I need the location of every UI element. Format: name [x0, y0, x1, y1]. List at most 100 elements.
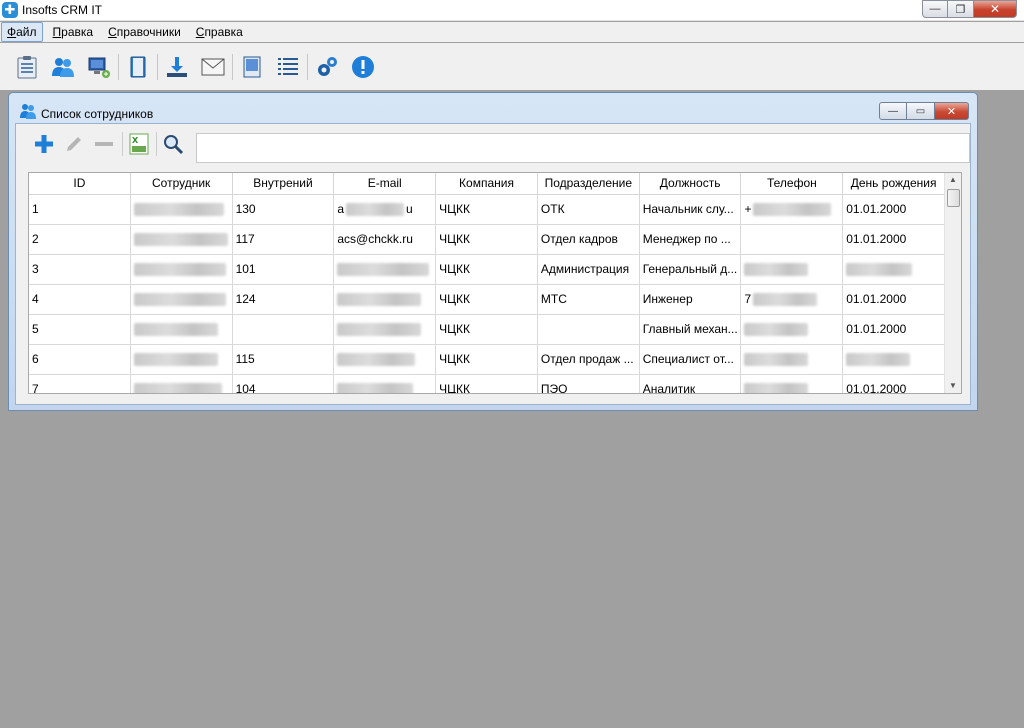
cell-phone — [741, 255, 844, 284]
search-input[interactable] — [196, 133, 970, 163]
employees-table[interactable]: ID Сотрудник Внутрений E-mail Компания П… — [28, 172, 962, 394]
cell-department: ПЭО — [538, 375, 640, 393]
cell-position: Генеральный д... — [640, 255, 742, 284]
cell-phone — [741, 315, 844, 344]
minimize-button[interactable]: — — [922, 0, 948, 18]
cell-id: 6 — [29, 345, 131, 374]
menu-directories[interactable]: Справочники — [103, 23, 186, 41]
column-header-employee[interactable]: Сотрудник — [131, 173, 233, 195]
email-visible-end: u — [406, 202, 413, 216]
app-titlebar: ✚ Insofts CRM IT — ❐ ✕ — [0, 0, 1024, 21]
cell-position: Аналитик — [640, 375, 742, 393]
users-icon[interactable] — [50, 54, 76, 80]
document-icon[interactable] — [239, 54, 265, 80]
child-close-button[interactable]: ✕ — [935, 102, 969, 120]
remove-icon[interactable] — [92, 132, 116, 156]
employees-window-body: X ID Сотрудник Внутрений E-mail Компания… — [15, 123, 971, 405]
cell-extension: 117 — [233, 225, 335, 254]
cell-company: ЧЦКК — [436, 255, 538, 284]
table-row[interactable]: 7 104 ЧЦКК ПЭО Аналитик 01.01.2000 — [29, 375, 946, 393]
menu-help[interactable]: Справка — [191, 23, 248, 41]
download-icon[interactable] — [164, 54, 190, 80]
cell-birthday: 01.01.2000 — [843, 195, 946, 224]
cell-company: ЧЦКК — [436, 195, 538, 224]
table-body: 1 130 au ЧЦКК ОТК Начальник слу... + 01.… — [29, 195, 946, 393]
column-header-company[interactable]: Компания — [436, 173, 538, 195]
cell-company: ЧЦКК — [436, 315, 538, 344]
close-button[interactable]: ✕ — [974, 0, 1017, 18]
book-icon[interactable] — [125, 54, 151, 80]
app-title: Insofts CRM IT — [22, 3, 103, 17]
cell-birthday — [843, 255, 946, 284]
cell-department — [538, 315, 640, 344]
child-maximize-button[interactable]: ▭ — [907, 102, 935, 120]
cell-department: Администрация — [538, 255, 640, 284]
cell-company: ЧЦКК — [436, 285, 538, 314]
scroll-down-arrow-icon[interactable]: ▼ — [945, 379, 961, 393]
add-icon[interactable] — [32, 132, 56, 156]
cell-id: 3 — [29, 255, 131, 284]
table-row[interactable]: 4 124 ЧЦКК МТС Инженер 7 01.01.2000 — [29, 285, 946, 315]
cell-extension: 104 — [233, 375, 335, 393]
edit-icon[interactable] — [62, 132, 86, 156]
scrollbar-thumb[interactable] — [947, 189, 960, 207]
table-row[interactable]: 1 130 au ЧЦКК ОТК Начальник слу... + 01.… — [29, 195, 946, 225]
envelope-icon[interactable] — [200, 54, 226, 80]
cell-id: 4 — [29, 285, 131, 314]
column-header-extension[interactable]: Внутрений — [233, 173, 335, 195]
cell-employee-redacted — [131, 345, 233, 374]
column-header-phone[interactable]: Телефон — [741, 173, 844, 195]
table-vertical-scrollbar[interactable]: ▲ ▼ — [944, 173, 961, 393]
toolbar-separator — [118, 53, 119, 80]
restore-button[interactable]: ❐ — [948, 0, 974, 18]
child-window-controls: — ▭ ✕ — [879, 102, 969, 120]
menu-file[interactable]: Файл — [1, 22, 43, 42]
cell-extension: 130 — [233, 195, 335, 224]
column-header-email[interactable]: E-mail — [334, 173, 437, 195]
table-row[interactable]: 5 ЧЦКК Главный механ... 01.01.2000 — [29, 315, 946, 345]
cell-id: 2 — [29, 225, 131, 254]
column-header-id[interactable]: ID — [29, 173, 131, 195]
list-icon[interactable] — [275, 54, 301, 80]
table-header: ID Сотрудник Внутрений E-mail Компания П… — [29, 173, 946, 195]
cell-id: 1 — [29, 195, 131, 224]
cell-email — [334, 345, 437, 374]
phone-visible-start: 7 — [744, 292, 752, 306]
column-header-position[interactable]: Должность — [640, 173, 742, 195]
cell-birthday — [843, 345, 946, 374]
cell-phone — [741, 375, 844, 393]
svg-text:X: X — [132, 136, 139, 145]
cell-id: 5 — [29, 315, 131, 344]
cell-employee-redacted — [131, 315, 233, 344]
search-icon[interactable] — [156, 132, 184, 156]
window-controls: — ❐ ✕ — [922, 0, 1017, 18]
cell-department: Отдел продаж ... — [538, 345, 640, 374]
cell-position: Менеджер по ... — [640, 225, 742, 254]
cell-department: Отдел кадров — [538, 225, 640, 254]
child-minimize-button[interactable]: — — [879, 102, 907, 120]
clipboard-list-icon[interactable] — [14, 54, 40, 80]
menu-edit[interactable]: Правка — [48, 23, 99, 41]
cell-email: acs@chckk.ru — [334, 225, 437, 254]
cell-birthday: 01.01.2000 — [843, 315, 946, 344]
table-row[interactable]: 6 115 ЧЦКК Отдел продаж ... Специалист о… — [29, 345, 946, 375]
cell-department: ОТК — [538, 195, 640, 224]
gears-icon[interactable] — [314, 54, 340, 80]
cell-company: ЧЦКК — [436, 345, 538, 374]
cell-phone: + — [741, 195, 844, 224]
scroll-up-arrow-icon[interactable]: ▲ — [945, 173, 961, 187]
info-icon[interactable] — [350, 54, 376, 80]
cell-employee-redacted — [131, 225, 233, 254]
table-row[interactable]: 3 101 ЧЦКК Администрация Генеральный д..… — [29, 255, 946, 285]
cell-position: Специалист от... — [640, 345, 742, 374]
column-header-department[interactable]: Подразделение — [538, 173, 640, 195]
table-row[interactable]: 2 117 acs@chckk.ru ЧЦКК Отдел кадров Мен… — [29, 225, 946, 255]
cell-birthday: 01.01.2000 — [843, 225, 946, 254]
cell-company: ЧЦКК — [436, 225, 538, 254]
cell-phone — [741, 225, 844, 254]
cell-birthday: 01.01.2000 — [843, 375, 946, 393]
csv-export-icon[interactable]: X — [122, 132, 150, 156]
column-header-birthday[interactable]: День рождения — [843, 173, 946, 195]
computer-network-icon[interactable] — [86, 54, 112, 80]
phone-visible-start: + — [744, 202, 752, 216]
